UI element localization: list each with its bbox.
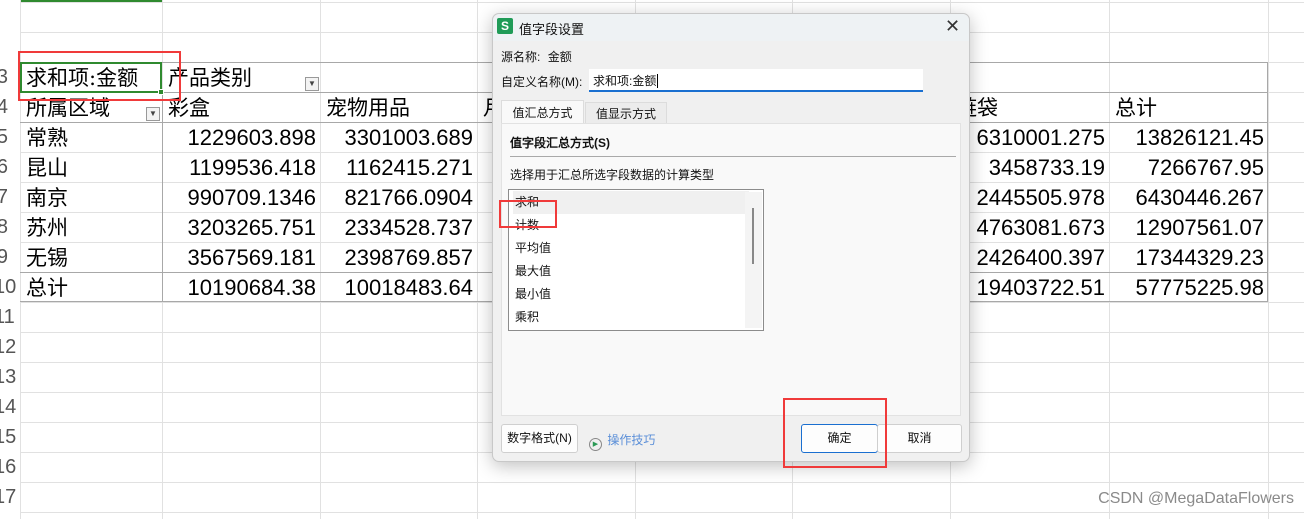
value-cell[interactable]: 1229603.898 (162, 122, 320, 152)
annotation-box-count-option (499, 200, 557, 228)
row-number[interactable]: 8 (0, 216, 8, 239)
column-field-dropdown-icon[interactable]: ▼ (305, 77, 319, 91)
row-gridline (20, 482, 1304, 483)
value-cell[interactable]: 3567569.181 (162, 242, 320, 272)
dialog-title: 值字段设置 (519, 22, 585, 37)
play-circle-icon: ▶ (589, 438, 602, 451)
value-cell[interactable]: 12907561.07 (1109, 212, 1268, 242)
section-title: 值字段汇总方式(S) (510, 136, 610, 150)
row-number[interactable]: 4 (0, 96, 8, 119)
value-cell[interactable]: 3458733.19 (950, 152, 1109, 182)
row-gridline (20, 512, 1304, 513)
tab-show-values-as[interactable]: 值显示方式 (585, 102, 667, 124)
row-label-cell[interactable]: 无锡 (20, 242, 162, 272)
value-cell[interactable]: 57775225.98 (1109, 272, 1268, 302)
value-cell[interactable]: 3203265.751 (162, 212, 320, 242)
annotation-box-ok-button (783, 398, 887, 468)
section-divider (510, 156, 956, 157)
value-cell[interactable]: 6430446.267 (1109, 182, 1268, 212)
source-name-value: 金额 (547, 50, 572, 64)
value-cell[interactable]: 7266767.95 (1109, 152, 1268, 182)
summary-option[interactable]: 最小值 (513, 283, 749, 306)
value-cell[interactable]: 3301003.689 (320, 122, 477, 152)
value-cell[interactable]: 2426400.397 (950, 242, 1109, 272)
value-cell[interactable]: 13826121.45 (1109, 122, 1268, 152)
tips-link-label: 操作技巧 (607, 433, 656, 447)
value-cell[interactable]: 1199536.418 (162, 152, 320, 182)
row-label-cell[interactable]: 常熟 (20, 122, 162, 152)
row-number[interactable]: 5 (0, 126, 8, 149)
app-icon: S (497, 18, 513, 34)
column-header-cell[interactable]: 宠物用品 (320, 92, 477, 122)
value-cell[interactable]: 1162415.271 (320, 152, 477, 182)
row-number[interactable]: 11 (0, 306, 15, 329)
scrollbar-thumb[interactable] (752, 208, 754, 264)
row-number[interactable]: 10 (0, 276, 16, 299)
row-number[interactable]: 13 (0, 366, 16, 389)
column-header-cell[interactable]: 链袋 (950, 92, 1109, 122)
value-cell[interactable]: 821766.0904 (320, 182, 477, 212)
column-header-cell[interactable]: 彩盒 (162, 92, 320, 122)
tab-summarize-by[interactable]: 值汇总方式 (501, 100, 584, 124)
custom-name-value: 求和项:金额 (593, 74, 657, 88)
value-cell[interactable]: 2445505.978 (950, 182, 1109, 212)
column-gridline (1268, 0, 1269, 519)
pivot-column-field-cell[interactable]: 产品类别 (162, 62, 320, 92)
number-format-button[interactable]: 数字格式(N) (501, 424, 578, 453)
cancel-button[interactable]: 取消 (877, 424, 962, 453)
value-cell[interactable]: 10018483.64 (320, 272, 477, 302)
value-cell[interactable]: 990709.1346 (162, 182, 320, 212)
row-label-cell[interactable]: 苏州 (20, 212, 162, 242)
value-cell[interactable]: 4763081.673 (950, 212, 1109, 242)
annotation-box-value-field (18, 51, 181, 101)
row-number[interactable]: 3 (0, 66, 8, 89)
close-icon[interactable]: ✕ (945, 16, 960, 37)
column-header-cell[interactable]: 总计 (1109, 92, 1268, 122)
value-cell[interactable]: 19403722.51 (950, 272, 1109, 302)
tab-panel: 值字段汇总方式(S) 选择用于汇总所选字段数据的计算类型 求和 计数 平均值 最大值最… (501, 123, 961, 416)
value-field-settings-dialog: S 值字段设置 ✕ 源名称: 金额 自定义名称(M): 求和项:金额 值汇总方式… (492, 13, 970, 462)
row-number[interactable]: 15 (0, 426, 16, 449)
row-gridline (20, 2, 1304, 3)
listbox-scrollbar[interactable] (745, 192, 762, 328)
row-label-cell[interactable]: 昆山 (20, 152, 162, 182)
value-cell[interactable]: 10190684.38 (162, 272, 320, 302)
summary-option[interactable]: 最大值 (513, 260, 749, 283)
row-number[interactable]: 6 (0, 156, 8, 179)
source-name: 源名称: 金额 (501, 48, 572, 65)
row-label-cell[interactable]: 总计 (20, 272, 162, 302)
watermark: CSDN @MegaDataFlowers (1098, 490, 1294, 507)
summary-option[interactable]: 平均值 (513, 237, 749, 260)
row-field-dropdown-icon[interactable]: ▼ (146, 107, 160, 121)
row-number[interactable]: 9 (0, 246, 8, 269)
value-cell[interactable]: 2334528.737 (320, 212, 477, 242)
section-description: 选择用于汇总所选字段数据的计算类型 (510, 168, 715, 182)
source-name-label: 源名称: (501, 50, 541, 64)
row-number[interactable]: 16 (0, 456, 16, 479)
value-cell[interactable]: 6310001.275 (950, 122, 1109, 152)
row-label-cell[interactable]: 南京 (20, 182, 162, 212)
row-number[interactable]: 7 (0, 186, 8, 209)
row-number[interactable]: 12 (0, 336, 16, 359)
summary-option[interactable]: 乘积 (513, 306, 749, 329)
value-cell[interactable]: 2398769.857 (320, 242, 477, 272)
custom-name-input[interactable]: 求和项:金额 (589, 69, 923, 92)
row-number[interactable]: 14 (0, 396, 16, 419)
value-cell[interactable]: 17344329.23 (1109, 242, 1268, 272)
tips-link[interactable]: ▶ 操作技巧 (589, 431, 655, 451)
custom-name-label: 自定义名称(M): (501, 75, 583, 89)
row-number[interactable]: 17 (0, 486, 16, 509)
